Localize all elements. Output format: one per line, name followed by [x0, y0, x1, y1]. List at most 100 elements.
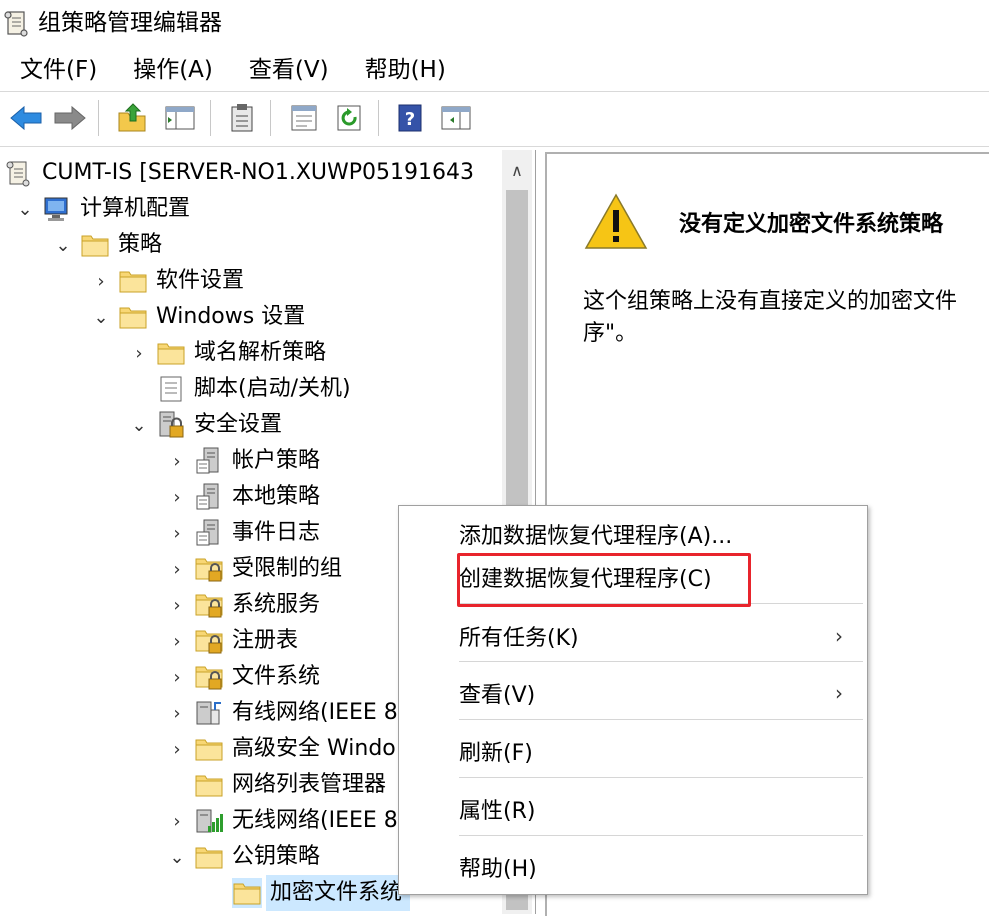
- chevron-right-icon[interactable]: ›: [90, 263, 112, 299]
- chevron-right-icon[interactable]: ›: [166, 659, 188, 695]
- tree-item-label: 安全设置: [194, 412, 283, 437]
- chevron-right-icon[interactable]: ›: [166, 515, 188, 551]
- menu-file[interactable]: 文件(F): [0, 50, 113, 90]
- properties-icon[interactable]: [286, 100, 322, 136]
- tree-item-label: 帐户策略: [232, 448, 321, 473]
- scroll-up-arrow-icon[interactable]: ∧: [502, 150, 532, 190]
- tree-item-scripts[interactable]: 脚本(启动/关机): [128, 371, 351, 407]
- chevron-down-icon[interactable]: ⌄: [128, 407, 150, 443]
- content-description: 这个组策略上没有直接定义的加密文件 序"。: [583, 289, 958, 346]
- tree-item-label: 域名解析策略: [194, 340, 327, 365]
- toolbar-separator: [270, 100, 271, 136]
- script-icon: [156, 374, 186, 404]
- tree-item-account-policies[interactable]: › 帐户策略: [166, 443, 320, 479]
- highlight-annotation-box: [457, 553, 751, 607]
- chevron-right-icon[interactable]: ›: [128, 335, 150, 371]
- policy-server-icon: [194, 482, 224, 512]
- tree-item-system-services[interactable]: › 系统服务: [166, 587, 320, 623]
- tree-item-wired-network[interactable]: › 有线网络(IEEE 8: [166, 695, 398, 731]
- folder-icon: [80, 230, 110, 260]
- chevron-down-icon[interactable]: ⌄: [14, 191, 36, 227]
- tree-item-network-list-manager[interactable]: 网络列表管理器: [166, 767, 386, 803]
- tree-item-label: 有线网络(IEEE 8: [232, 700, 398, 725]
- folder-icon: [194, 734, 224, 764]
- show-hide-tree-icon[interactable]: [162, 100, 198, 136]
- folder-icon: [118, 302, 148, 332]
- tree-item-name-resolution-policy[interactable]: › 域名解析策略: [128, 335, 326, 371]
- chevron-down-icon[interactable]: ⌄: [166, 839, 188, 875]
- menu-item-label: 帮助(H): [459, 857, 537, 882]
- menu-item-view[interactable]: 查看(V) ›: [459, 665, 867, 721]
- tree-item-software-settings[interactable]: › 软件设置: [90, 263, 244, 299]
- tree-item-computer-config[interactable]: ⌄ 计算机配置: [14, 191, 190, 227]
- tree-item-wireless-network[interactable]: › 无线网络(IEEE 8: [166, 803, 397, 839]
- menu-separator: [459, 835, 863, 836]
- menu-action[interactable]: 操作(A): [113, 50, 229, 90]
- help-icon[interactable]: ?: [392, 100, 428, 136]
- toolbar: ?: [0, 94, 989, 142]
- chevron-right-icon[interactable]: ›: [166, 443, 188, 479]
- tree-item-windows-firewall[interactable]: › 高级安全 Windo: [166, 731, 396, 767]
- chevron-right-icon[interactable]: ›: [166, 479, 188, 515]
- tree-item-label: 高级安全 Windo: [232, 736, 396, 761]
- tree-item-label: 软件设置: [156, 268, 245, 293]
- tree-item-event-log[interactable]: › 事件日志: [166, 515, 320, 551]
- forward-arrow-icon[interactable]: [52, 100, 88, 136]
- tree-item-file-system[interactable]: › 文件系统: [166, 659, 320, 695]
- chevron-down-icon[interactable]: ⌄: [52, 227, 74, 263]
- locked-folder-icon: [194, 662, 224, 692]
- toolbar-divider: [0, 146, 989, 147]
- menu-bar: 文件(F) 操作(A) 查看(V) 帮助(H): [0, 50, 989, 90]
- up-folder-icon[interactable]: [114, 100, 150, 136]
- back-arrow-icon[interactable]: [8, 100, 44, 136]
- tree-item-security-settings[interactable]: ⌄ 安全设置: [128, 407, 282, 443]
- tree-item-encrypting-file-system[interactable]: 加密文件系统: [204, 875, 411, 911]
- menu-item-help[interactable]: 帮助(H): [459, 839, 867, 895]
- tree-item-label: CUMT-IS [SERVER-NO1.XUWP05191643: [42, 160, 474, 185]
- locked-folder-icon: [194, 590, 224, 620]
- menu-help[interactable]: 帮助(H): [345, 50, 462, 90]
- chevron-right-icon[interactable]: ›: [166, 551, 188, 587]
- tree-item-local-policies[interactable]: › 本地策略: [166, 479, 320, 515]
- folder-icon: [118, 266, 148, 296]
- tree-item-registry[interactable]: › 注册表: [166, 623, 298, 659]
- menu-item-properties[interactable]: 属性(R): [459, 781, 867, 837]
- show-action-pane-icon[interactable]: [438, 100, 474, 136]
- menu-view[interactable]: 查看(V): [229, 50, 345, 90]
- menu-item-label: 刷新(F): [459, 741, 533, 766]
- tree-item-policies[interactable]: ⌄ 策略: [52, 227, 162, 263]
- chevron-right-icon[interactable]: ›: [166, 695, 188, 731]
- tree-item-root[interactable]: CUMT-IS [SERVER-NO1.XUWP05191643: [4, 155, 474, 191]
- menu-item-all-tasks[interactable]: 所有任务(K) ›: [459, 608, 867, 664]
- menu-item-label: 添加数据恢复代理程序(A)...: [459, 524, 733, 549]
- tree-item-label: 加密文件系统: [266, 875, 411, 911]
- clipboard-icon[interactable]: [224, 100, 260, 136]
- security-server-icon: [156, 410, 186, 440]
- toolbar-separator: [378, 100, 379, 136]
- wired-network-icon: [194, 698, 224, 728]
- tree-item-public-key-policies[interactable]: ⌄ 公钥策略: [166, 839, 320, 875]
- tree-item-label: 系统服务: [232, 592, 321, 617]
- tree-item-windows-settings[interactable]: ⌄ Windows 设置: [90, 299, 305, 335]
- chevron-right-icon[interactable]: ›: [166, 623, 188, 659]
- chevron-down-icon[interactable]: ⌄: [90, 299, 112, 335]
- menu-item-label: 查看(V): [459, 683, 536, 708]
- folder-icon: [232, 878, 262, 908]
- svg-text:?: ?: [405, 109, 415, 130]
- chevron-right-icon[interactable]: ›: [166, 731, 188, 767]
- tree-item-label: 本地策略: [232, 484, 321, 509]
- refresh-icon[interactable]: [332, 100, 368, 136]
- chevron-right-icon[interactable]: ›: [166, 803, 188, 839]
- tree-item-restricted-groups[interactable]: › 受限制的组: [166, 551, 342, 587]
- tree-item-label: 事件日志: [232, 520, 321, 545]
- gpo-scroll-icon: [4, 158, 34, 188]
- menu-separator: [459, 661, 863, 662]
- menu-item-refresh[interactable]: 刷新(F): [459, 723, 867, 779]
- title-bar: 组策略管理编辑器: [0, 0, 989, 46]
- chevron-right-icon[interactable]: ›: [166, 587, 188, 623]
- menu-item-label: 所有任务(K): [459, 626, 579, 651]
- tree-item-label: 注册表: [232, 628, 299, 653]
- tree-item-label: 脚本(启动/关机): [194, 376, 351, 401]
